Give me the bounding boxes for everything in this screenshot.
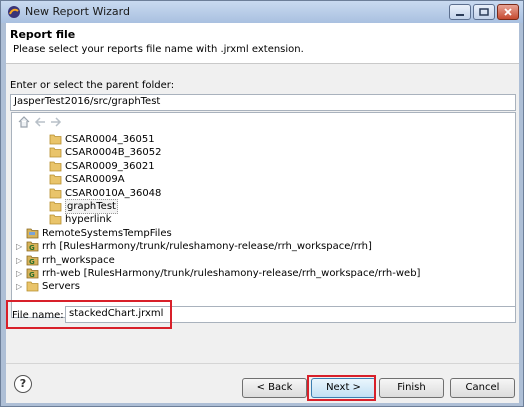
- svg-text:G: G: [29, 244, 35, 252]
- window-title: New Report Wizard: [25, 5, 130, 18]
- folder-icon: [49, 187, 62, 199]
- tree-item-label: CSAR0004B_36052: [65, 147, 162, 159]
- home-icon[interactable]: [18, 116, 30, 128]
- tree-item-label: CSAR0010A_36048: [65, 187, 162, 199]
- svn-project-icon: G: [26, 254, 39, 266]
- expand-arrow-icon[interactable]: [12, 187, 21, 200]
- tree-item-label: graphTest: [65, 199, 118, 214]
- page-description: Please select your reports file name wit…: [13, 44, 304, 55]
- expand-arrow-icon[interactable]: ▷: [16, 254, 25, 267]
- tree-item-label: hyperlink: [65, 214, 112, 226]
- maximize-button[interactable]: [473, 4, 495, 20]
- tree-item-label: CSAR0004_36051: [65, 134, 155, 145]
- svn-project-icon: G: [26, 267, 39, 279]
- wizard-header: Report file Please select your reports f…: [6, 23, 519, 63]
- folder-icon: [49, 200, 62, 212]
- tree-item-label: rrh_workspace: [42, 254, 115, 266]
- expand-arrow-icon[interactable]: [12, 146, 21, 159]
- header-divider: [6, 63, 519, 64]
- svg-text:G: G: [29, 271, 35, 279]
- parent-folder-input[interactable]: JasperTest2016/src/graphTest: [10, 94, 516, 111]
- forward-arrow-icon[interactable]: [50, 116, 62, 128]
- back-arrow-icon[interactable]: [34, 116, 46, 128]
- expand-arrow-icon[interactable]: [12, 200, 21, 213]
- expand-arrow-icon[interactable]: [16, 227, 25, 240]
- svn-project-icon: G: [26, 240, 39, 252]
- tree-item-label: CSAR0009_36021: [65, 160, 155, 172]
- tree-item-label: Servers: [42, 281, 81, 293]
- parent-folder-label: Enter or select the parent folder:: [10, 80, 175, 91]
- expand-arrow-icon[interactable]: [12, 160, 21, 173]
- minimize-button[interactable]: [449, 4, 471, 20]
- folder-icon: [49, 213, 62, 225]
- folder-icon: [49, 133, 62, 145]
- folder-icon: [49, 160, 62, 172]
- page-title: Report file: [10, 28, 76, 41]
- folder-tree[interactable]: CSAR0004_36051 CSAR0004B_36052 CSAR0009_36…: [11, 112, 516, 318]
- wizard-body: Report file Please select your reports f…: [6, 23, 519, 403]
- tree-toolbar: [12, 113, 515, 131]
- expand-arrow-icon[interactable]: ▷: [16, 267, 25, 280]
- tree-item-label: rrh-web [RulesHarmony/trunk/ruleshamony-…: [42, 268, 421, 279]
- next-button-highlight: [307, 375, 376, 401]
- folder-icon: [49, 146, 62, 158]
- svg-text:G: G: [29, 258, 35, 266]
- tree-item-label: RemoteSystemsTempFiles: [42, 227, 172, 239]
- cancel-button[interactable]: Cancel: [450, 378, 515, 398]
- title-bar[interactable]: New Report Wizard: [1, 1, 523, 23]
- expand-arrow-icon[interactable]: ▷: [16, 240, 25, 253]
- close-button[interactable]: [497, 4, 519, 20]
- expand-arrow-icon[interactable]: ▷: [16, 280, 25, 293]
- expand-arrow-icon[interactable]: [12, 173, 21, 186]
- folder-icon: [49, 173, 62, 185]
- back-button[interactable]: < Back: [242, 378, 307, 398]
- footer-divider: [6, 363, 519, 364]
- project-icon: [26, 227, 39, 239]
- tree-item-label: CSAR0009A: [65, 174, 125, 186]
- file-name-highlight: [6, 300, 172, 329]
- help-button[interactable]: ?: [14, 375, 32, 393]
- app-icon: [8, 6, 20, 18]
- finish-button[interactable]: Finish: [379, 378, 444, 398]
- folder-icon: [26, 280, 39, 292]
- new-report-wizard-window: New Report Wizard Report file Please sel…: [0, 0, 524, 407]
- expand-arrow-icon[interactable]: [12, 133, 21, 146]
- tree-item-label: rrh [RulesHarmony/trunk/ruleshamony-rele…: [42, 241, 372, 253]
- expand-arrow-icon[interactable]: [12, 213, 21, 226]
